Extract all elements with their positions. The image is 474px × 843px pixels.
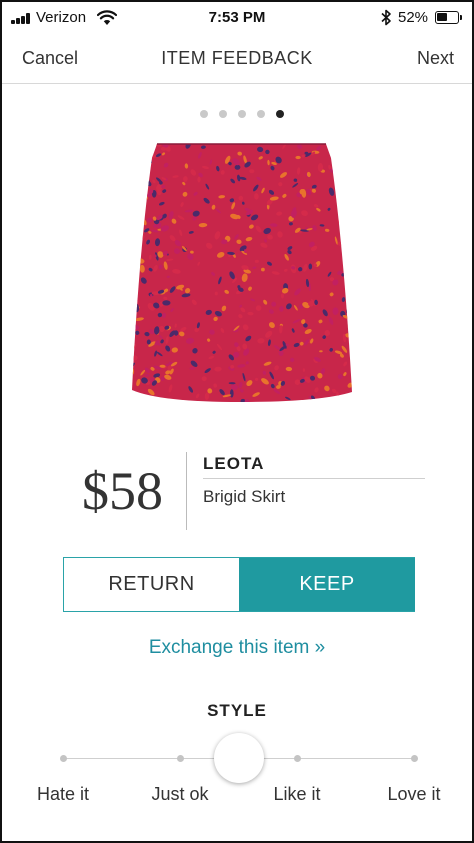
phone-screen: Verizon 7:53 PM 52% Cancel ITEM FEEDBACK…: [0, 0, 474, 843]
slider-label-hate[interactable]: Hate it: [8, 784, 118, 805]
product-image[interactable]: [130, 140, 352, 402]
return-keep-toggle: RETURN KEEP: [63, 557, 415, 612]
style-section-title: STYLE: [207, 701, 267, 720]
keep-button[interactable]: KEEP: [239, 558, 415, 611]
battery-tip: [460, 15, 462, 20]
page-dot: [257, 110, 265, 118]
page-dot: [219, 110, 227, 118]
product-price: $58: [82, 461, 163, 521]
style-slider-thumb[interactable]: [214, 733, 264, 783]
page-dot: [238, 110, 246, 118]
page-dot: [276, 110, 284, 118]
slider-tick: [177, 755, 184, 762]
slider-tick: [60, 755, 67, 762]
slider-label-just-ok[interactable]: Just ok: [125, 784, 235, 805]
battery-icon: [435, 11, 459, 24]
slider-label-love[interactable]: Love it: [359, 784, 469, 805]
page-title: ITEM FEEDBACK: [161, 48, 313, 68]
nav-bar: Cancel ITEM FEEDBACK Next: [2, 34, 472, 84]
battery-percent: 52%: [398, 9, 429, 26]
product-brand: LEOTA: [203, 454, 265, 473]
page-dot: [200, 110, 208, 118]
exchange-item-link[interactable]: Exchange this item »: [2, 637, 472, 659]
horizontal-divider: [203, 478, 425, 479]
battery-level: [437, 13, 447, 21]
slider-tick: [294, 755, 301, 762]
vertical-divider: [186, 452, 187, 530]
bluetooth-icon: [381, 9, 391, 26]
next-button[interactable]: Next: [417, 48, 454, 69]
skirt-image: [132, 143, 352, 402]
slider-label-like[interactable]: Like it: [242, 784, 352, 805]
product-name: Brigid Skirt: [203, 487, 286, 506]
return-button[interactable]: RETURN: [64, 558, 239, 611]
status-bar: Verizon 7:53 PM 52%: [2, 2, 472, 34]
slider-tick: [411, 755, 418, 762]
